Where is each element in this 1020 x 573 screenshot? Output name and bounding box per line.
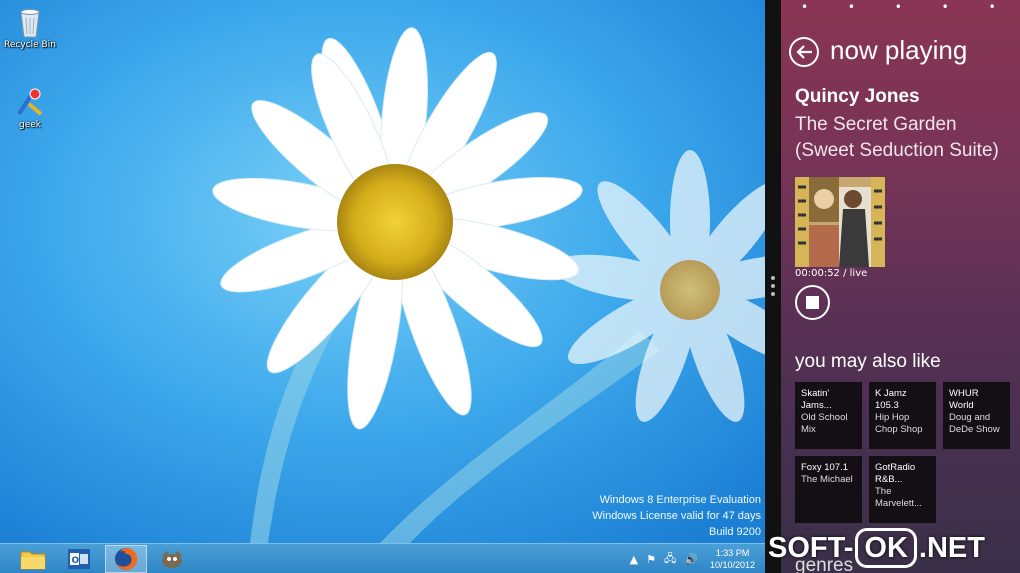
windows-evaluation-watermark: Windows 8 Enterprise Evaluation Windows …	[592, 492, 761, 540]
taskbar-firefox-button[interactable]	[105, 545, 147, 573]
station-name: Skatin' Jams...	[801, 388, 832, 411]
station-tile[interactable]: Foxy 107.1 The Michael	[795, 456, 862, 523]
system-tray: ▲ ⚑ 🖧 🔊 1:33 PM 10/10/2012	[626, 544, 765, 573]
desktop-icon-recycle-bin[interactable]: Recycle Bin	[0, 6, 60, 50]
clock-time: 1:33 PM	[715, 548, 750, 558]
action-center-flag-icon[interactable]: ⚑	[646, 553, 656, 566]
you-may-also-like-heading: you may also like	[795, 351, 941, 372]
volume-icon[interactable]: 🔊	[684, 553, 698, 566]
network-icon[interactable]: 🖧	[664, 550, 676, 569]
firefox-icon	[115, 547, 138, 570]
station-subtitle: Old School Mix	[801, 412, 848, 435]
app-shortcut-icon	[17, 88, 43, 116]
album-art[interactable]	[795, 177, 885, 267]
site-mark-suffix: .NET	[918, 531, 985, 564]
station-subtitle: The Marvelett...	[875, 486, 922, 509]
desktop-icon-label: Recycle Bin	[4, 40, 56, 50]
station-name: Foxy 107.1	[801, 462, 848, 473]
watermark-build: Build 9200	[709, 526, 761, 538]
site-mark-ok: OK	[855, 528, 917, 568]
site-watermark-logo: SOFT- OK .NET	[768, 523, 1020, 573]
music-app-snapped: • • • • • now playing Quincy Jones The S…	[781, 0, 1020, 573]
snap-splitter[interactable]	[765, 0, 781, 573]
loading-dots-indicator: • • • • •	[801, 0, 1014, 14]
desktop-icon-label: geek	[19, 120, 41, 130]
daisy-wallpaper	[0, 0, 765, 543]
back-arrow-icon	[796, 45, 812, 59]
station-name: K Jamz 105.3	[875, 388, 907, 411]
desktop: Recycle Bin geek Windows 8 Enterprise Ev…	[0, 0, 765, 573]
taskbar-file-explorer-button[interactable]	[12, 545, 54, 573]
album-cover-image	[795, 177, 885, 267]
station-name: GotRadio R&B...	[875, 462, 916, 485]
folder-icon	[20, 551, 46, 570]
watermark-license: Windows License valid for 47 days	[592, 510, 761, 522]
taskbar: O ▲ ⚑ 🖧 🔊 1:33 PM 10/10/2012	[0, 543, 765, 573]
track-title: The Secret Garden (Sweet Seduction Suite…	[795, 114, 999, 161]
desktop-icon-geek[interactable]: geek	[0, 86, 60, 130]
back-button[interactable]	[789, 37, 819, 67]
stop-button[interactable]	[795, 285, 830, 320]
station-tile[interactable]: K Jamz 105.3 Hip Hop Chop Shop	[869, 382, 936, 449]
station-subtitle: Doug and DeDe Show	[949, 412, 1000, 435]
splitter-grip-dot	[771, 284, 775, 288]
artist-name: Quincy Jones	[795, 86, 920, 107]
svg-text:O: O	[72, 556, 80, 566]
playback-duration: live	[849, 268, 868, 279]
watermark-edition: Windows 8 Enterprise Evaluation	[599, 494, 761, 506]
splitter-grip-dot	[771, 292, 775, 296]
clock[interactable]: 1:33 PM 10/10/2012	[710, 547, 755, 571]
station-subtitle: The Michael	[801, 474, 853, 485]
taskbar-gimp-button[interactable]	[151, 545, 193, 573]
station-tile[interactable]: WHUR World Doug and DeDe Show	[943, 382, 1010, 449]
clock-date: 10/10/2012	[709, 560, 755, 570]
gimp-icon	[162, 550, 182, 568]
station-subtitle: Hip Hop Chop Shop	[875, 412, 923, 435]
page-title: now playing	[830, 35, 968, 65]
station-tile[interactable]: GotRadio R&B... The Marvelett...	[869, 456, 936, 523]
station-name: WHUR World	[949, 388, 979, 411]
site-mark-prefix: SOFT-	[768, 531, 854, 564]
playback-time: 00:00:52 / live	[795, 268, 867, 279]
stop-icon	[806, 296, 819, 309]
recycle-bin-icon	[20, 9, 40, 38]
splitter-grip-dot	[771, 276, 775, 280]
show-hidden-icons-icon[interactable]: ▲	[630, 553, 638, 566]
taskbar-outlook-button[interactable]: O	[58, 545, 100, 573]
playback-position: 00:00:52 /	[795, 268, 847, 279]
outlook-icon: O	[68, 549, 90, 569]
station-tile[interactable]: Skatin' Jams... Old School Mix	[795, 382, 862, 449]
